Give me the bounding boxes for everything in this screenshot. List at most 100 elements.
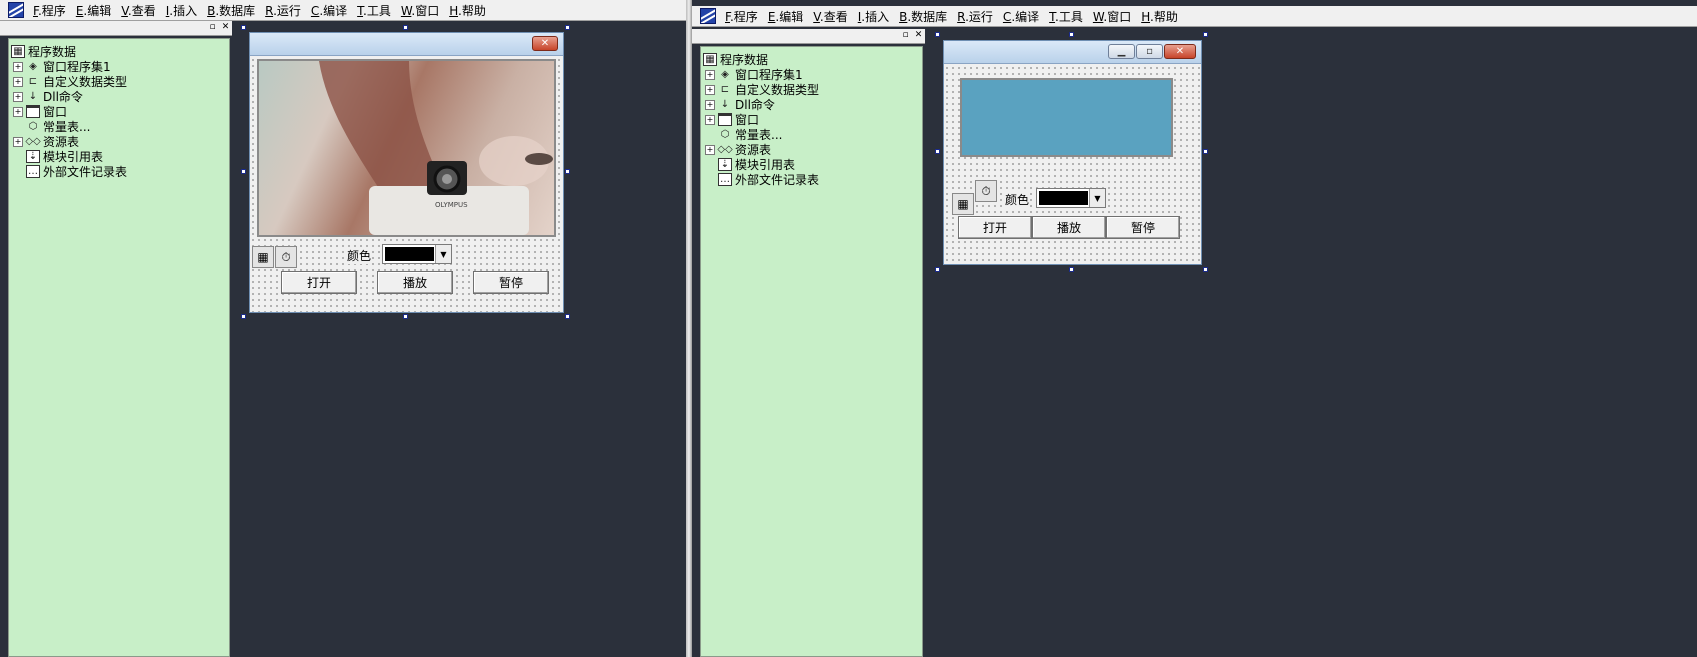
color-swatch [1039,191,1088,205]
close-icon[interactable]: ✕ [532,36,558,51]
resize-handle[interactable] [403,25,408,30]
maximize-icon[interactable]: ▫ [1136,44,1163,59]
play-button[interactable]: 播放 [377,271,453,294]
tree-item-label: 外部文件记录表 [43,165,128,179]
expand-icon[interactable]: + [705,84,715,95]
menu-database[interactable]: B.数据库 [202,2,260,19]
resize-handle[interactable] [241,25,246,30]
resize-handle[interactable] [241,314,246,319]
tree-item-window[interactable]: + 窗口 [705,112,759,127]
menu-tools[interactable]: T.工具 [352,2,396,19]
right-ide-pane: F.程序 E.编辑 V.查看 I.插入 B.数据库 R.运行 C.编译 T.工具… [692,0,1697,657]
pause-button[interactable]: 暂停 [1106,216,1180,239]
tree-item-custom-type[interactable]: + ⊏ 自定义数据类型 [13,74,127,89]
menu-help[interactable]: H.帮助 [1136,8,1183,25]
open-button[interactable]: 打开 [281,271,357,294]
tree-item-module-ref[interactable]: ⇣ 模块引用表 [705,157,795,172]
menu-run[interactable]: R.运行 [260,2,306,19]
tree-item-resource-table[interactable]: + ◇◇ 资源表 [13,134,79,149]
tree-item-dll-command[interactable]: + ↓ Dll命令 [13,89,83,104]
menu-help[interactable]: H.帮助 [444,2,491,19]
form-designer-window[interactable]: ▁ ▫ ✕ ▦ ⏱ 颜色 ▼ 打开 播放 暂停 [943,40,1202,265]
timer-icon[interactable]: ⏱ [275,246,297,268]
tree-item-module-ref[interactable]: ⇣ 模块引用表 [13,149,103,164]
tree-item-dll-command[interactable]: + ↓ Dll命令 [705,97,775,112]
menu-compile[interactable]: C.编译 [998,8,1044,25]
resize-handle[interactable] [241,169,246,174]
tree-root[interactable]: ▦ 程序数据 [703,52,768,67]
mci-control-icon[interactable]: ▦ [252,246,274,268]
resize-handle[interactable] [565,25,570,30]
close-icon[interactable]: ✕ [1164,44,1196,59]
float-panel-icon[interactable]: ▫ [207,22,218,33]
form-designer-window[interactable]: ✕ OLYMPUS ▦ ⏱ 颜色 ▼ 打开 播放 暂停 [249,32,564,313]
tree-item-custom-type[interactable]: + ⊏ 自定义数据类型 [705,82,819,97]
play-button[interactable]: 播放 [1032,216,1106,239]
resize-handle[interactable] [1203,32,1208,37]
menu-program[interactable]: F.程序 [28,2,71,19]
expand-icon[interactable]: + [705,114,715,125]
constant-table-icon: ⬡ [28,121,38,132]
resize-handle[interactable] [935,32,940,37]
app-logo-icon [8,2,24,18]
menu-tools[interactable]: T.工具 [1044,8,1088,25]
minimize-icon[interactable]: ▁ [1108,44,1135,59]
tree-item-resource-table[interactable]: + ◇◇ 资源表 [705,142,771,157]
menu-edit[interactable]: E.编辑 [71,2,116,19]
form-title-bar[interactable]: ▁ ▫ ✕ [944,41,1201,64]
float-panel-icon[interactable]: ▫ [900,30,911,41]
resize-handle[interactable] [1203,149,1208,154]
menu-view[interactable]: V.查看 [808,8,853,25]
tree-item-constant-table[interactable]: ⬡ 常量表... [705,127,783,142]
form-title-bar[interactable]: ✕ [250,33,563,56]
chevron-down-icon[interactable]: ▼ [1089,189,1105,207]
nav-panel-header: ▫ ✕ [692,29,925,44]
color-combo[interactable]: ▼ [1036,188,1106,208]
menu-database[interactable]: B.数据库 [894,8,952,25]
resize-handle[interactable] [565,314,570,319]
timer-icon[interactable]: ⏱ [975,180,997,202]
resize-handle[interactable] [1069,267,1074,272]
pause-button[interactable]: 暂停 [473,271,549,294]
tree-item-external-file[interactable]: … 外部文件记录表 [13,164,127,179]
external-file-icon: … [718,173,732,186]
resize-handle[interactable] [565,169,570,174]
tree-root[interactable]: ▦ 程序数据 [11,44,76,59]
menu-program[interactable]: F.程序 [720,8,763,25]
tree-item-window-assembly[interactable]: + ◈ 窗口程序集1 [705,67,803,82]
menu-window[interactable]: W.窗口 [1088,8,1136,25]
expand-icon[interactable]: + [705,144,715,155]
tree-item-constant-table[interactable]: ⬡ 常量表... [13,119,91,134]
expand-icon[interactable]: + [13,136,23,147]
resize-handle[interactable] [935,149,940,154]
color-label: 颜色 [1004,191,1031,208]
expand-icon[interactable]: + [13,91,23,102]
resize-handle[interactable] [935,267,940,272]
menu-window[interactable]: W.窗口 [396,2,444,19]
pane-divider [686,0,692,657]
open-button[interactable]: 打开 [958,216,1032,239]
resize-handle[interactable] [1203,267,1208,272]
menu-run[interactable]: R.运行 [952,8,998,25]
resize-handle[interactable] [1069,32,1074,37]
tree-item-external-file[interactable]: … 外部文件记录表 [705,172,819,187]
window-icon [26,105,40,118]
close-panel-icon[interactable]: ✕ [220,22,231,33]
menu-compile[interactable]: C.编译 [306,2,352,19]
expand-icon[interactable]: + [705,99,715,110]
chevron-down-icon[interactable]: ▼ [435,245,451,263]
mci-control-icon[interactable]: ▦ [952,193,974,215]
expand-icon[interactable]: + [13,61,23,72]
tree-item-window[interactable]: + 窗口 [13,104,67,119]
resize-handle[interactable] [403,314,408,319]
expand-icon[interactable]: + [13,106,23,117]
menu-view[interactable]: V.查看 [116,2,161,19]
tree-item-window-assembly[interactable]: + ◈ 窗口程序集1 [13,59,111,74]
color-combo[interactable]: ▼ [382,244,452,264]
close-panel-icon[interactable]: ✕ [913,30,924,41]
menu-insert[interactable]: I.插入 [161,2,202,19]
menu-edit[interactable]: E.编辑 [763,8,808,25]
expand-icon[interactable]: + [13,76,23,87]
menu-insert[interactable]: I.插入 [853,8,894,25]
expand-icon[interactable]: + [705,69,715,80]
